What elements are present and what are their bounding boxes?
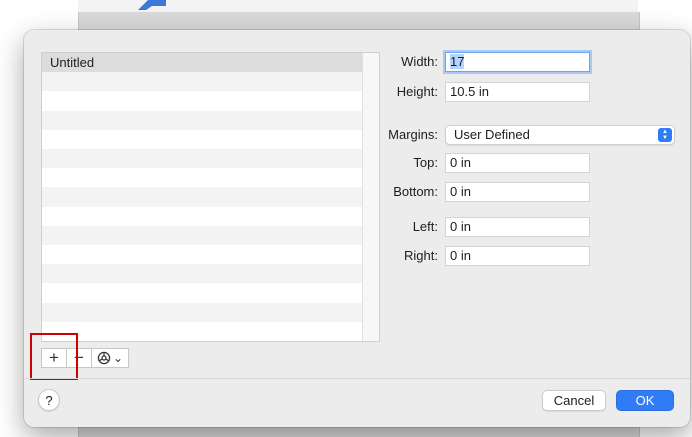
list-row-empty (42, 245, 362, 264)
help-button[interactable]: ? (38, 389, 60, 411)
bottom-margin-label: Bottom: (393, 184, 438, 199)
width-label: Width: (401, 54, 438, 69)
width-value: 17 (450, 54, 465, 69)
list-item-label: Untitled (50, 55, 95, 70)
top-margin-field[interactable]: 0 in (445, 153, 590, 173)
action-menu-button[interactable]: ⌄ (92, 348, 129, 368)
bottom-margin-value: 0 in (450, 184, 471, 199)
bottom-margin-field[interactable]: 0 in (445, 182, 590, 202)
margins-value: User Defined (454, 127, 530, 142)
left-margin-label: Left: (412, 219, 438, 234)
right-margin-field[interactable]: 0 in (445, 246, 590, 266)
list-row-empty (42, 302, 362, 322)
list-row-empty (42, 225, 362, 245)
question-icon: ? (45, 392, 53, 408)
list-row-empty (42, 187, 362, 207)
list-row-empty (42, 264, 362, 284)
width-field[interactable]: 17 (445, 52, 590, 72)
list-row-empty (42, 130, 362, 149)
left-margin-value: 0 in (450, 219, 471, 234)
top-margin-value: 0 in (450, 155, 471, 170)
list-row-empty (42, 149, 362, 169)
list-row-empty (42, 91, 362, 110)
height-field[interactable]: 10.5 in (445, 82, 590, 102)
chevron-down-icon: ⌄ (112, 351, 124, 365)
annotation-arrow (138, 0, 166, 10)
margins-popup[interactable]: User Defined ▲ ▼ (445, 125, 675, 145)
list-row-empty (42, 207, 362, 226)
list-row-empty (42, 322, 362, 341)
footer-divider (24, 378, 690, 379)
list-row-empty (42, 168, 362, 187)
left-margin-field[interactable]: 0 in (445, 217, 590, 237)
annotation-highlight-box (30, 333, 78, 380)
list-row-empty (42, 110, 362, 130)
top-margin-label: Top: (413, 155, 438, 170)
ok-button[interactable]: OK (616, 390, 674, 411)
margins-label: Margins: (388, 127, 438, 142)
cancel-button-label: Cancel (553, 393, 595, 408)
height-value: 10.5 in (450, 84, 490, 99)
paper-size-list[interactable]: Untitled (41, 52, 380, 342)
right-margin-value: 0 in (450, 248, 471, 263)
gear-icon (97, 351, 111, 365)
list-item[interactable]: Untitled (42, 53, 362, 73)
list-row-empty (42, 72, 362, 92)
popup-arrows-icon: ▲ ▼ (658, 128, 672, 142)
custom-paper-size-sheet: Untitled + − ⌄ Width: 17 Height: 10.5 in (24, 30, 690, 427)
list-row-empty (42, 283, 362, 302)
ok-button-label: OK (635, 393, 655, 408)
right-margin-label: Right: (404, 248, 438, 263)
height-label: Height: (396, 84, 438, 99)
cancel-button[interactable]: Cancel (542, 390, 606, 411)
